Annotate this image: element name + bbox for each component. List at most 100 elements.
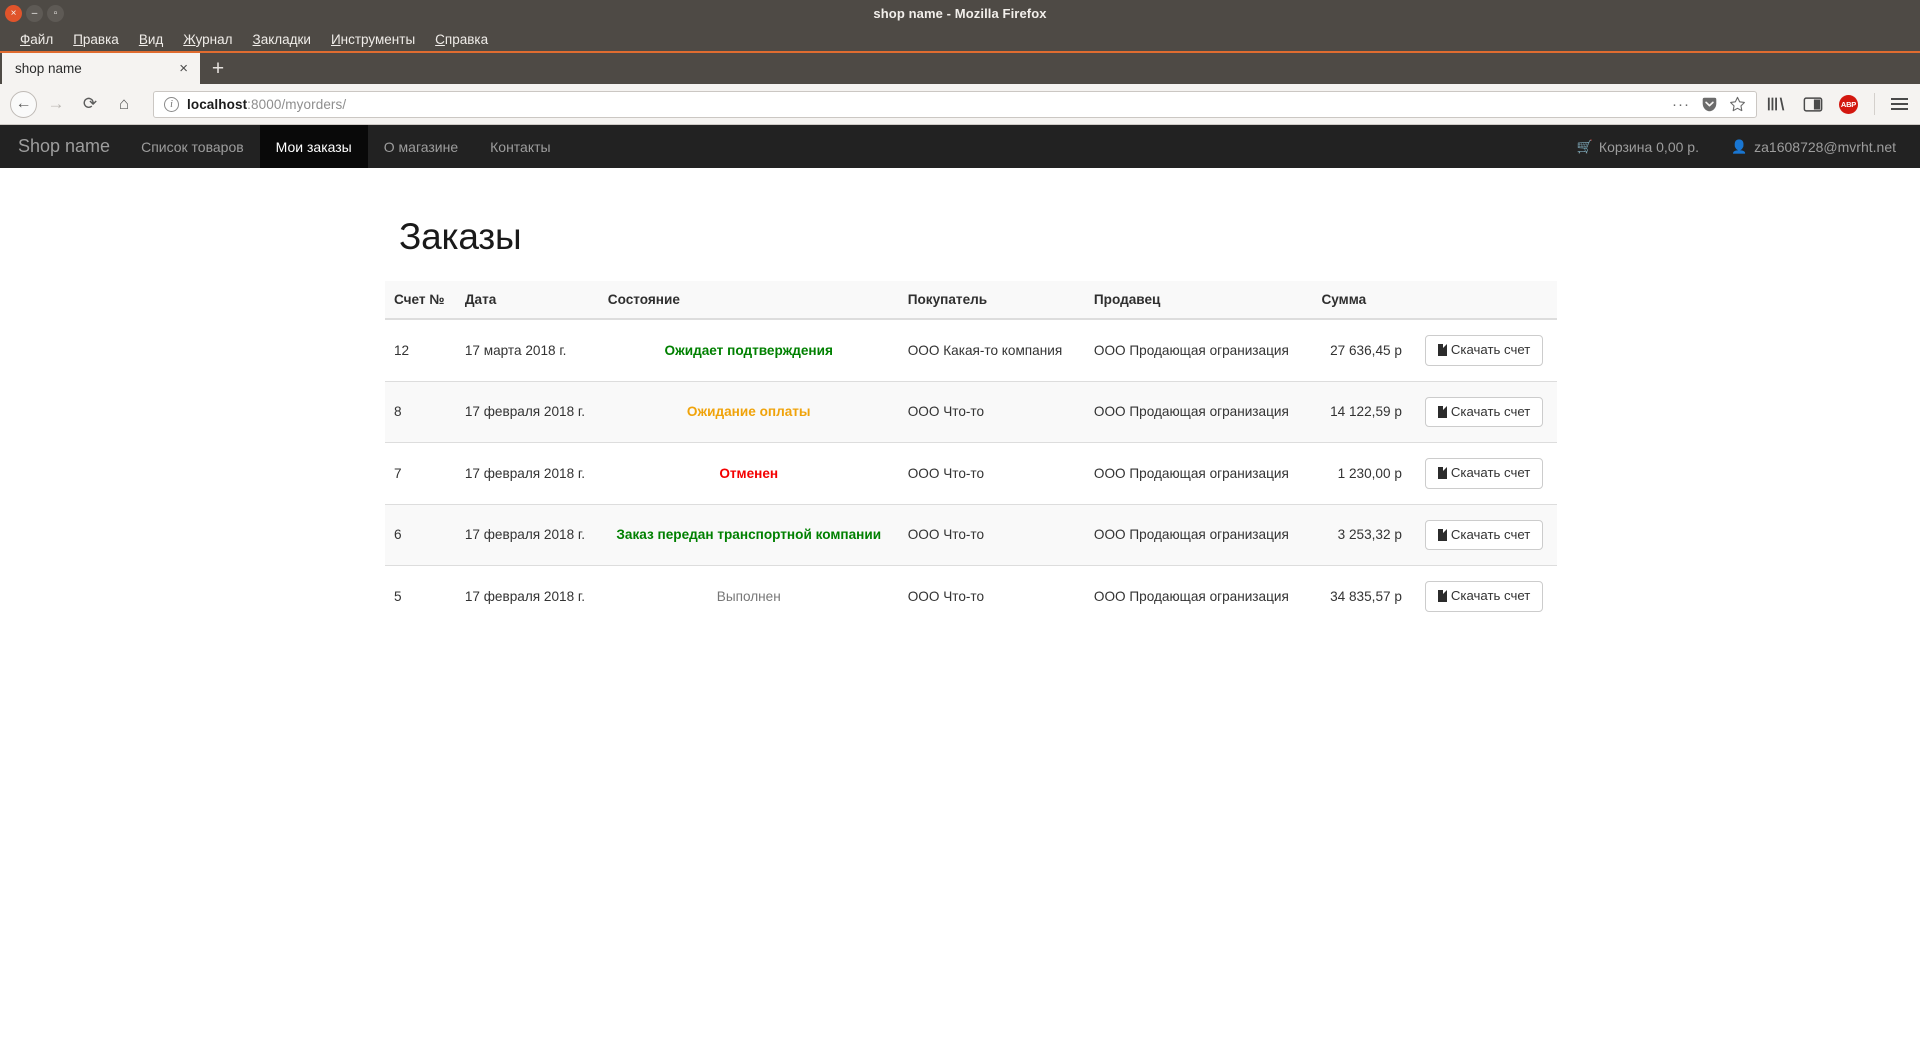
menu-item-file[interactable]: Файл bbox=[10, 32, 63, 47]
pocket-icon[interactable] bbox=[1701, 96, 1718, 113]
browser-toolbar: ← → ⟳ ⌂ i localhost:8000/myorders/ ··· A… bbox=[0, 84, 1920, 125]
reload-button[interactable]: ⟳ bbox=[75, 89, 105, 119]
cell-invoice-number: 6 bbox=[385, 503, 456, 566]
table-row: 7 17 февраля 2018 г. Отменен ООО Что-то ООО … bbox=[385, 442, 1557, 505]
table-row: 12 17 марта 2018 г. Ожидает подтверждения О… bbox=[385, 318, 1557, 382]
menu-item-bookmarks[interactable]: Закладки bbox=[243, 32, 321, 47]
cell-actions: Скачать счет bbox=[1415, 442, 1557, 505]
menu-item-help[interactable]: Справка bbox=[425, 32, 498, 47]
page-title: Заказы bbox=[399, 216, 522, 257]
file-icon bbox=[1437, 590, 1447, 603]
cart-link[interactable]: 🛒 Корзина 0,00 р. bbox=[1561, 125, 1715, 168]
bookmark-star-icon[interactable] bbox=[1729, 96, 1746, 113]
url-path: :8000/myorders/ bbox=[247, 96, 347, 112]
cell-seller: ООО Продающая огранизация bbox=[1084, 318, 1313, 382]
window-close-button[interactable]: × bbox=[5, 5, 22, 22]
sidebar-icon[interactable] bbox=[1803, 96, 1823, 113]
site-info-icon[interactable]: i bbox=[164, 96, 179, 112]
cell-date: 17 февраля 2018 г. bbox=[455, 380, 599, 443]
cell-actions: Скачать счет bbox=[1415, 565, 1557, 627]
window-title: shop name - Mozilla Firefox bbox=[873, 6, 1047, 21]
home-button[interactable]: ⌂ bbox=[109, 89, 139, 119]
status-badge: Ожидание оплаты bbox=[686, 404, 811, 420]
cell-status: Выполнен bbox=[598, 565, 899, 627]
cell-sum: 14 122,59 р bbox=[1312, 380, 1416, 443]
cell-buyer: ООО Что-то bbox=[898, 565, 1085, 627]
user-icon: 👤 bbox=[1730, 138, 1748, 154]
cell-sum: 3 253,32 р bbox=[1312, 503, 1416, 566]
cell-actions: Скачать счет bbox=[1415, 318, 1557, 382]
column-header-invoice-number: Счет № bbox=[385, 281, 456, 320]
address-bar[interactable]: i localhost:8000/myorders/ ··· bbox=[153, 90, 1757, 118]
tab-strip: shop name × + bbox=[0, 53, 1920, 84]
nav-item-products[interactable]: Список товаров bbox=[125, 125, 260, 168]
download-invoice-label: Скачать счет bbox=[1450, 526, 1531, 542]
firefox-menu-icon[interactable] bbox=[1891, 98, 1908, 110]
cell-sum: 27 636,45 р bbox=[1312, 318, 1416, 382]
cell-sum: 1 230,00 р bbox=[1312, 442, 1416, 505]
page-actions-icon[interactable]: ··· bbox=[1672, 96, 1690, 113]
menu-item-edit[interactable]: Правка bbox=[63, 32, 129, 47]
adblock-plus-icon[interactable]: ABP bbox=[1839, 94, 1858, 114]
download-invoice-label: Скачать счет bbox=[1450, 588, 1531, 604]
orders-table-body: 12 17 марта 2018 г. Ожидает подтверждения О… bbox=[385, 318, 1557, 627]
download-invoice-button[interactable]: Скачать счет bbox=[1424, 519, 1544, 551]
cell-actions: Скачать счет bbox=[1415, 503, 1557, 566]
cell-status: Ожидает подтверждения bbox=[598, 318, 899, 382]
cell-date: 17 февраля 2018 г. bbox=[455, 442, 599, 505]
window-titlebar: × – ▫ shop name - Mozilla Firefox bbox=[0, 0, 1920, 27]
column-header-seller: Продавец bbox=[1084, 281, 1313, 320]
table-row: 6 17 февраля 2018 г. Заказ передан транспо… bbox=[385, 503, 1557, 566]
window-maximize-button[interactable]: ▫ bbox=[47, 5, 64, 22]
download-invoice-button[interactable]: Скачать счет bbox=[1424, 581, 1544, 612]
cell-seller: ООО Продающая огранизация bbox=[1084, 380, 1313, 443]
tab-title: shop name bbox=[15, 61, 82, 76]
status-badge: Выполнен bbox=[716, 588, 781, 604]
toolbar-extensions: ABP bbox=[1767, 93, 1910, 115]
cell-actions: Скачать счет bbox=[1415, 380, 1557, 443]
column-header-sum: Сумма bbox=[1312, 281, 1416, 320]
cell-buyer: ООО Что-то bbox=[898, 503, 1085, 566]
cell-seller: ООО Продающая огранизация bbox=[1084, 503, 1313, 566]
column-header-actions bbox=[1415, 281, 1557, 320]
tab-close-icon[interactable]: × bbox=[175, 61, 192, 76]
new-tab-button[interactable]: + bbox=[200, 53, 236, 84]
window-minimize-button[interactable]: – bbox=[26, 5, 43, 22]
cell-seller: ООО Продающая огранизация bbox=[1084, 442, 1313, 505]
cart-label: Корзина 0,00 р. bbox=[1598, 138, 1699, 155]
site-navbar: Shop name Список товаров Мои заказы О ма… bbox=[0, 125, 1920, 168]
menu-item-tools[interactable]: Инструменты bbox=[321, 32, 425, 47]
download-invoice-button[interactable]: Скачать счет bbox=[1424, 458, 1544, 489]
address-bar-actions: ··· bbox=[1672, 96, 1750, 113]
cell-buyer: ООО Что-то bbox=[898, 442, 1085, 505]
back-button[interactable]: ← bbox=[10, 90, 37, 118]
forward-button[interactable]: → bbox=[41, 89, 71, 119]
library-icon[interactable] bbox=[1767, 95, 1787, 113]
user-account-link[interactable]: 👤 za1608728@mvrht.net bbox=[1715, 125, 1912, 168]
table-row: 8 17 февраля 2018 г. Ожидание оплаты ООО Чт… bbox=[385, 380, 1557, 443]
column-header-date: Дата bbox=[455, 281, 599, 320]
download-invoice-button[interactable]: Скачать счет bbox=[1424, 396, 1544, 428]
cell-buyer: ООО Какая-то компания bbox=[898, 318, 1085, 382]
site-brand[interactable]: Shop name bbox=[0, 125, 125, 168]
cell-date: 17 марта 2018 г. bbox=[455, 318, 599, 382]
url-host: localhost bbox=[187, 96, 248, 112]
cell-status: Отменен bbox=[598, 442, 899, 505]
site-navbar-right: 🛒 Корзина 0,00 р. 👤 za1608728@mvrht.net bbox=[1561, 125, 1920, 168]
menu-item-history[interactable]: Журнал bbox=[173, 32, 242, 47]
status-badge: Отменен bbox=[719, 465, 779, 481]
status-badge: Ожидает подтверждения bbox=[664, 342, 833, 358]
status-badge: Заказ передан транспортной компании bbox=[616, 527, 882, 543]
nav-item-about[interactable]: О магазине bbox=[368, 125, 474, 168]
user-email-label: za1608728@mvrht.net bbox=[1754, 138, 1896, 155]
page-content: Заказы Счет № Дата Состояние Покупатель … bbox=[0, 168, 1920, 627]
cell-invoice-number: 5 bbox=[385, 565, 456, 627]
download-invoice-button[interactable]: Скачать счет bbox=[1424, 335, 1544, 366]
address-bar-url: localhost:8000/myorders/ bbox=[187, 97, 346, 112]
menu-item-view[interactable]: Вид bbox=[129, 32, 173, 47]
browser-tab[interactable]: shop name × bbox=[2, 53, 200, 84]
nav-item-my-orders[interactable]: Мои заказы bbox=[259, 125, 368, 168]
content-container: Заказы Счет № Дата Состояние Покупатель … bbox=[385, 168, 1557, 627]
nav-item-contacts[interactable]: Контакты bbox=[474, 125, 566, 168]
orders-table: Счет № Дата Состояние Покупатель Продаве… bbox=[385, 281, 1557, 627]
